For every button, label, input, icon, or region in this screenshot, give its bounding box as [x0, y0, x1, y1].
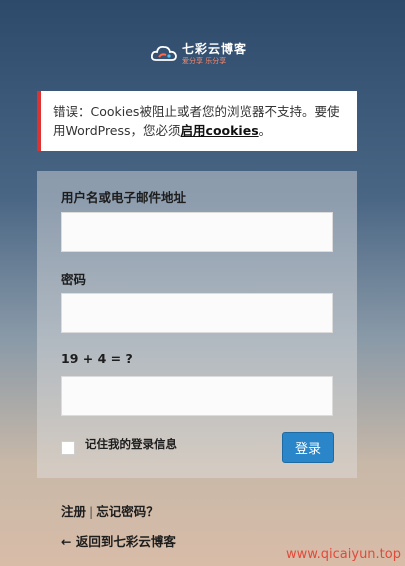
- captcha-label: 19 + 4 = ?: [61, 351, 133, 366]
- error-notice: 错误：Cookies被阻止或者您的浏览器不支持。要使用WordPress，您必须…: [37, 91, 357, 151]
- remember-me[interactable]: 记住我的登录信息: [61, 437, 177, 456]
- login-form: 用户名或电子邮件地址 密码 19 + 4 = ? 记住我的登录信息 登录: [37, 171, 357, 478]
- auth-links: 注册 | 忘记密码？: [61, 501, 159, 520]
- password-label: 密码: [61, 272, 87, 287]
- enable-cookies-link[interactable]: 启用cookies: [181, 123, 259, 138]
- username-label: 用户名或电子邮件地址: [61, 190, 187, 205]
- login-button[interactable]: 登录: [282, 432, 334, 463]
- password-input[interactable]: [61, 293, 333, 333]
- back-to-blog-link[interactable]: ← 返回到七彩云博客: [61, 531, 176, 550]
- link-separator: |: [89, 504, 94, 519]
- remember-checkbox[interactable]: [61, 441, 75, 455]
- lost-password-link[interactable]: 忘记密码？: [96, 504, 159, 519]
- cloud-logo-icon: [150, 42, 178, 66]
- register-link[interactable]: 注册: [61, 504, 86, 519]
- logo-title: 七彩云博客: [182, 42, 248, 56]
- captcha-input[interactable]: [61, 376, 333, 416]
- remember-label: 记住我的登录信息: [85, 437, 177, 451]
- site-logo[interactable]: 七彩云博客 爱分享 乐分享: [150, 38, 250, 70]
- error-suffix: 。: [258, 123, 272, 138]
- logo-subtitle: 爱分享 乐分享: [182, 57, 227, 65]
- username-input[interactable]: [61, 212, 333, 252]
- watermark: www.qicaiyun.top: [285, 547, 401, 562]
